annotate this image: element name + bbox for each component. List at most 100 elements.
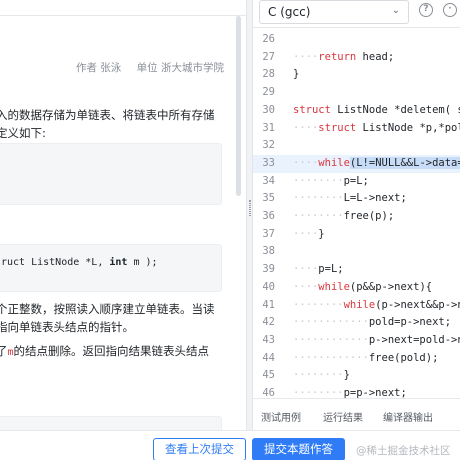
code-line[interactable]: 32 [253,137,460,155]
code-line[interactable]: 45 ········} [253,367,460,385]
settings-icon[interactable]: · [443,3,457,17]
indent-guide: ············ [293,316,369,329]
code-line[interactable]: 33 ····while(L!=NULL&&L->data= [253,154,460,173]
code-line[interactable]: 36 ········free(p); [253,208,460,226]
problem-scrollbar[interactable] [236,16,241,196]
keyword-token: while [318,280,350,293]
view-last-submission-button[interactable]: 查看上次提交 [153,438,246,460]
line-number: 41 [262,298,275,311]
problem-header-band [0,0,246,16]
tab-compiler-output[interactable]: 编译器输出 [383,409,433,424]
code-text: struct ListNode *deletem( s [293,102,460,120]
tab-test-cases[interactable]: 测试用例 [261,409,301,424]
code-token: } [318,227,325,240]
code-line[interactable]: 38 [253,243,460,261]
code-line[interactable]: 37 ····} [253,226,460,244]
code-line[interactable]: 34 ········p=L; [253,173,460,191]
function-signature: ruct ListNode *L, int m ); [1,257,158,268]
code-token: p=L; [318,263,344,276]
code-text: ············p->next=pold->n [293,332,460,350]
code-line[interactable]: 26 [253,31,460,49]
editor-panel: C (gcc) ⌄ ? · 26 27 ····return head; 28} 29 3… [253,0,460,460]
code-token: p=L; [343,174,369,187]
code-line[interactable]: 42 ············pold=p->next; [253,314,460,332]
keyword-token: return [318,50,357,63]
input-description-line-1: 个正整数，按照读入顺序建立单链表。当读 [0,302,215,316]
line-number: 28 [262,68,275,81]
indent-guide: ········ [293,174,344,187]
code-token: ListNode *deletem( s [330,103,460,116]
line-number: 43 [262,333,275,346]
input-description-line-2: 指向单链表头结点的指针。 [0,320,134,334]
code-text: ········L=L->next; [293,190,407,208]
code-line[interactable]: 27 ····return head; [253,49,460,67]
indent-guide: ···· [293,263,319,276]
code-text: ········p=L; [293,173,369,191]
indent-guide: ········ [293,298,344,311]
code-text: } [293,66,299,84]
line-number: 42 [262,316,275,329]
line-number: 40 [262,280,275,293]
code-text: ········free(p); [293,208,394,226]
submit-answer-button[interactable]: 提交本题作答 [252,438,345,460]
code-line[interactable]: 46 ········p=p->next; [253,385,460,398]
line-number: 46 [262,387,275,398]
line-number: 30 [262,103,275,116]
indent-guide: ········ [293,387,344,398]
keyword-token: struct [318,121,357,134]
language-select-value: C (gcc) [268,5,311,19]
code-token: } [293,68,300,81]
line-number: 39 [262,263,275,276]
line-number: 31 [262,121,275,134]
line-number: 26 [262,33,275,45]
help-icon[interactable]: ? [419,3,433,17]
code-text: ········} [293,367,350,385]
code-line[interactable]: 31 ····struct ListNode *p,*pol [253,120,460,138]
panel-resize-divider[interactable] [246,0,253,460]
indent-guide: ········ [293,192,344,205]
code-text: ····} [293,226,325,244]
code-editor[interactable]: 26 27 ····return head; 28} 29 30 struct ListNo… [253,28,460,398]
code-token: (L!=NULL&&L->data= [349,156,460,169]
line-number: 36 [262,210,275,222]
code-line[interactable]: 43 ············p->next=pold->n [253,332,460,350]
tab-run-results[interactable]: 运行结果 [323,409,363,424]
code-text: ········while(p->next&&p->n [293,297,460,315]
code-token: head; [356,50,395,63]
indent-guide: ············ [293,351,369,364]
editor-toolbar: C (gcc) ⌄ ? · [253,0,460,28]
line-number: 38 [262,245,275,258]
problem-panel: 作者 张泳 单位 浙大城市学院 入的数据存储为单链表、将链表中所有存储 定义如下… [0,0,246,430]
indent-guide: ········ [293,369,344,382]
code-text: ········p=p->next; [293,385,407,398]
code-token: p=p->next; [343,387,407,398]
chevron-down-icon: ⌄ [391,5,400,16]
code-token: (p&&p->next){ [349,280,433,293]
language-select[interactable]: C (gcc) ⌄ [259,0,409,24]
keyword-token: struct [293,103,331,116]
code-text: ············free(pold); [293,350,438,368]
code-line[interactable]: 28} [253,66,460,84]
code-line[interactable]: 44 ············free(pold); [253,350,460,368]
line-number: 37 [262,227,275,240]
indent-guide: ············ [293,333,369,346]
sample-box [0,416,222,430]
struct-definition-box [0,143,222,205]
line-number: 32 [262,139,275,152]
code-text: ····while(L!=NULL&&L->data= [293,155,460,173]
code-line[interactable]: 40 ····while(p&&p->next){ [253,279,460,297]
indent-guide: ···· [293,156,319,169]
code-line[interactable]: 39 ····p=L; [253,261,460,279]
code-line[interactable]: 30 struct ListNode *deletem( s [253,102,460,120]
description-line-2: 定义如下: [0,126,46,140]
code-line[interactable]: 29 [253,84,460,102]
code-line[interactable]: 41 ········while(p->next&&p->n [253,297,460,315]
description-line-1: 入的数据存储为单链表、将链表中所有存储 [0,108,215,122]
code-token: free(p); [343,210,395,222]
code-token: p->next=pold->n [368,333,460,346]
indent-guide: ···· [293,280,319,293]
drag-handle-icon[interactable] [249,200,251,216]
line-number: 27 [262,50,275,63]
code-line[interactable]: 35 ········L=L->next; [253,190,460,208]
action-footer: 查看上次提交 提交本题作答 @稀土掘金技术社区 [0,430,460,460]
